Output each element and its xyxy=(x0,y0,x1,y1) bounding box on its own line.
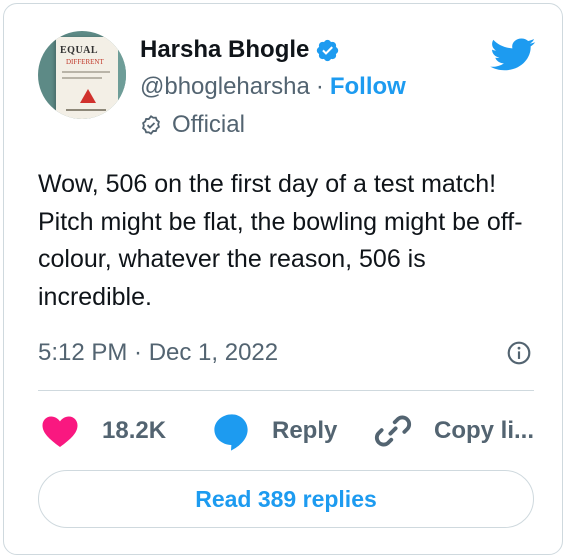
author-name[interactable]: Harsha Bhogle xyxy=(140,36,309,64)
heart-icon xyxy=(38,411,82,451)
author-handle-row: @bhogleharsha · Follow xyxy=(140,70,406,104)
tweet-actions: 18.2K Reply Copy li... xyxy=(38,406,538,456)
read-replies-button[interactable]: Read 389 replies xyxy=(38,470,534,528)
avatar-book-author xyxy=(66,109,106,111)
reply-button[interactable]: Reply xyxy=(210,410,372,452)
timestamp-row: 5:12 PM · Dec 1, 2022 xyxy=(38,334,532,372)
avatar-book-cover: EQUAL DIFFERENT xyxy=(56,37,124,119)
official-label: Official xyxy=(172,111,245,138)
official-label-row: Official xyxy=(140,108,245,142)
follow-button[interactable]: Follow xyxy=(330,73,406,101)
copy-link-label: Copy li... xyxy=(434,417,535,444)
verified-badge-icon xyxy=(315,38,340,63)
avatar[interactable]: EQUAL DIFFERENT xyxy=(38,31,126,119)
like-button[interactable]: 18.2K xyxy=(38,411,210,451)
tweet-timestamp[interactable]: 5:12 PM · Dec 1, 2022 xyxy=(38,339,506,367)
twitter-bird-icon[interactable] xyxy=(490,34,536,74)
avatar-book-line xyxy=(62,77,102,79)
info-icon[interactable] xyxy=(506,340,532,366)
copy-link-button[interactable]: Copy li... xyxy=(372,410,538,452)
avatar-book-shape xyxy=(80,89,96,103)
reply-label: Reply xyxy=(272,417,338,444)
avatar-book-spine xyxy=(118,31,126,119)
avatar-book-title: EQUAL xyxy=(60,45,99,56)
author-name-row: Harsha Bhogle xyxy=(140,32,340,68)
divider xyxy=(38,390,534,391)
avatar-book-line xyxy=(62,71,110,73)
avatar-book-subtitle: DIFFERENT xyxy=(66,58,104,66)
tweet-card: EQUAL DIFFERENT Harsha Bhogle @bhoglehar… xyxy=(3,3,563,555)
speech-bubble-icon xyxy=(210,410,252,452)
link-icon xyxy=(372,410,414,452)
author-handle[interactable]: @bhogleharsha xyxy=(140,73,310,101)
tweet-text: Wow, 506 on the first day of a test matc… xyxy=(38,170,523,311)
separator-dot: · xyxy=(315,73,324,100)
like-count: 18.2K xyxy=(102,417,167,444)
official-badge-icon xyxy=(140,114,162,136)
